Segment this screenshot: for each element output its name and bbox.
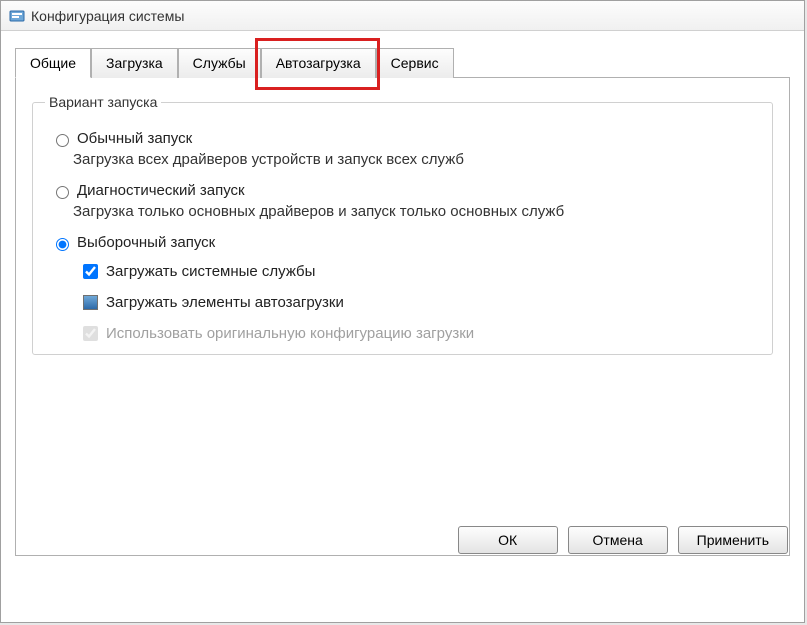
cancel-button[interactable]: Отмена xyxy=(568,526,668,554)
radio-normal-row[interactable]: Обычный запуск xyxy=(51,130,760,147)
radio-normal-label: Обычный запуск xyxy=(77,130,192,147)
dialog-buttons: ОК Отмена Применить xyxy=(458,526,788,554)
radio-diagnostic-label: Диагностический запуск xyxy=(77,182,245,199)
radio-diagnostic[interactable] xyxy=(56,186,69,199)
check-use-original-label: Использовать оригинальную конфигурацию з… xyxy=(106,325,474,342)
tab-services[interactable]: Службы xyxy=(178,48,261,78)
startup-selection-group: Вариант запуска Обычный запуск Загрузка … xyxy=(32,94,773,355)
radio-selective-label: Выборочный запуск xyxy=(77,234,215,251)
check-load-services-row[interactable]: Загружать системные службы xyxy=(79,261,760,282)
tabstrip: Общие Загрузка Службы Автозагрузка Серви… xyxy=(15,47,790,78)
ok-button[interactable]: ОК xyxy=(458,526,558,554)
check-load-startup-label: Загружать элементы автозагрузки xyxy=(106,294,344,311)
desc-normal: Загрузка всех драйверов устройств и запу… xyxy=(73,151,760,168)
check-load-startup-row[interactable]: Загружать элементы автозагрузки xyxy=(79,292,760,313)
check-use-original xyxy=(83,326,98,341)
group-legend: Вариант запуска xyxy=(45,94,161,110)
desc-diagnostic: Загрузка только основных драйверов и зап… xyxy=(73,203,760,220)
tab-startup[interactable]: Автозагрузка xyxy=(261,48,376,78)
radio-diagnostic-row[interactable]: Диагностический запуск xyxy=(51,182,760,199)
check-load-services-label: Загружать системные службы xyxy=(106,263,315,280)
check-use-original-row: Использовать оригинальную конфигурацию з… xyxy=(79,323,760,344)
apply-button[interactable]: Применить xyxy=(678,526,788,554)
tab-tools[interactable]: Сервис xyxy=(376,48,454,78)
check-load-startup[interactable] xyxy=(83,295,98,310)
msconfig-window: Конфигурация системы Общие Загрузка Служ… xyxy=(0,0,805,623)
radio-selective[interactable] xyxy=(56,238,69,251)
content-area: Общие Загрузка Службы Автозагрузка Серви… xyxy=(1,31,804,566)
titlebar: Конфигурация системы xyxy=(1,1,804,31)
tab-panel-general: Вариант запуска Обычный запуск Загрузка … xyxy=(15,78,790,556)
check-load-services[interactable] xyxy=(83,264,98,279)
app-icon xyxy=(9,8,25,24)
tab-general[interactable]: Общие xyxy=(15,48,91,78)
tab-boot[interactable]: Загрузка xyxy=(91,48,178,78)
radio-selective-row[interactable]: Выборочный запуск xyxy=(51,234,760,251)
radio-normal[interactable] xyxy=(56,134,69,147)
window-title: Конфигурация системы xyxy=(31,8,184,24)
